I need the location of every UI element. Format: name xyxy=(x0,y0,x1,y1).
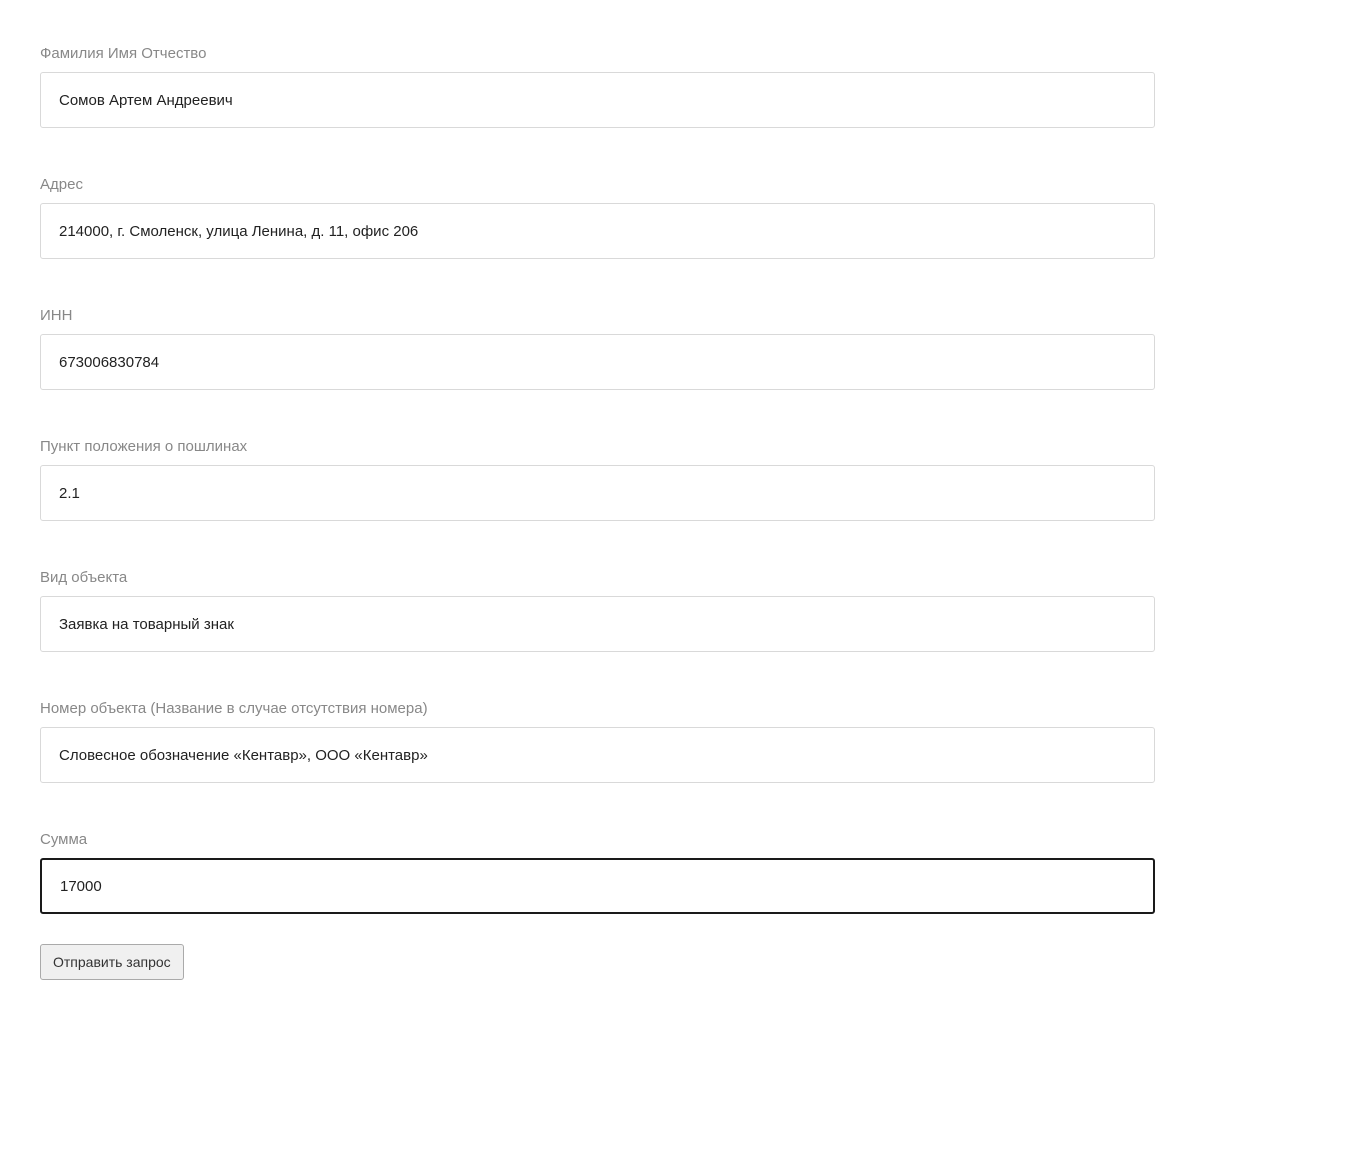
submit-button[interactable]: Отправить запрос xyxy=(40,944,184,980)
input-object-type[interactable] xyxy=(40,596,1155,652)
group-fee-regulation-item: Пункт положения о пошлинах xyxy=(40,438,1320,521)
input-address[interactable] xyxy=(40,203,1155,259)
group-address: Адрес xyxy=(40,176,1320,259)
group-inn: ИНН xyxy=(40,307,1320,390)
input-full-name[interactable] xyxy=(40,72,1155,128)
label-fee-regulation-item: Пункт положения о пошлинах xyxy=(40,438,1320,455)
label-object-number: Номер объекта (Название в случае отсутст… xyxy=(40,700,1320,717)
input-fee-regulation-item[interactable] xyxy=(40,465,1155,521)
group-full-name: Фамилия Имя Отчество xyxy=(40,45,1320,128)
input-sum[interactable] xyxy=(40,858,1155,914)
label-object-type: Вид объекта xyxy=(40,569,1320,586)
group-sum: Сумма xyxy=(40,831,1320,914)
group-object-type: Вид объекта xyxy=(40,569,1320,652)
label-address: Адрес xyxy=(40,176,1320,193)
label-sum: Сумма xyxy=(40,831,1320,848)
input-inn[interactable] xyxy=(40,334,1155,390)
input-object-number[interactable] xyxy=(40,727,1155,783)
label-full-name: Фамилия Имя Отчество xyxy=(40,45,1320,62)
group-object-number: Номер объекта (Название в случае отсутст… xyxy=(40,700,1320,783)
label-inn: ИНН xyxy=(40,307,1320,324)
